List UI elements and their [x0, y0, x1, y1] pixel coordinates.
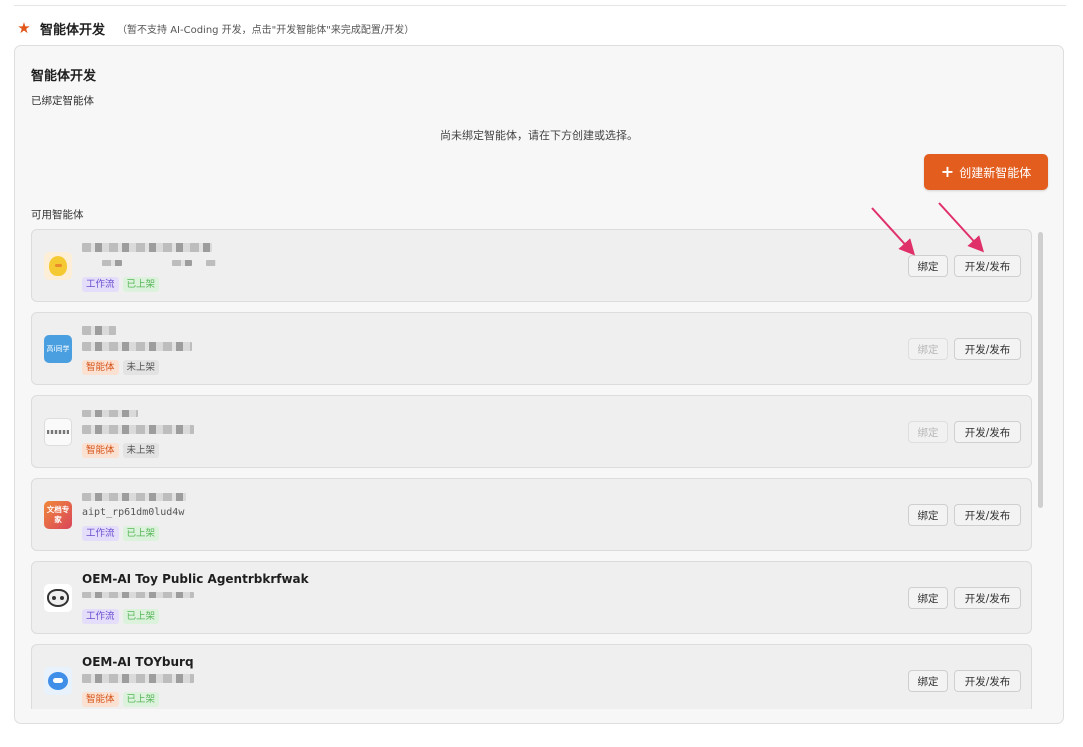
bound-agents-label: 已绑定智能体	[31, 95, 94, 107]
create-agent-label: 创建新智能体	[959, 165, 1032, 180]
develop-publish-button[interactable]: 开发/发布	[954, 338, 1021, 360]
agent-name: OEM-AI TOYburq	[82, 655, 194, 669]
top-divider	[14, 5, 1066, 6]
agent-name-redacted	[82, 240, 212, 254]
bind-button-disabled[interactable]: 绑定	[908, 421, 948, 443]
robot-icon	[44, 667, 72, 695]
agent-type-tag: 智能体	[82, 360, 119, 375]
bind-button-disabled[interactable]: 绑定	[908, 338, 948, 360]
avatar-text: 高i同学	[46, 344, 70, 353]
section-title: 智能体开发	[40, 22, 106, 38]
agent-card: 智能体 未上架 绑定 开发/发布	[31, 395, 1032, 468]
agent-type-tag: 工作流	[82, 526, 119, 541]
develop-publish-button[interactable]: 开发/发布	[954, 587, 1021, 609]
avatar-text: 文档专家	[46, 505, 70, 524]
duck-icon	[44, 252, 72, 280]
panel-title: 智能体开发	[31, 69, 97, 84]
bind-button[interactable]: 绑定	[908, 255, 948, 277]
develop-publish-button[interactable]: 开发/发布	[954, 421, 1021, 443]
agent-id-redacted	[82, 590, 194, 601]
plus-icon: +	[940, 162, 955, 181]
agent-status-tag: 已上架	[122, 526, 160, 541]
agent-name-redacted	[82, 406, 138, 420]
agent-card: OEM-AI Toy Public Agentrbkrfwak 工作流 已上架 …	[31, 561, 1032, 634]
bind-button[interactable]: 绑定	[908, 504, 948, 526]
cat-icon	[44, 584, 72, 612]
bind-button[interactable]: 绑定	[908, 670, 948, 692]
star-icon: ★	[17, 19, 31, 37]
agent-list: 工作流 已上架 绑定 开发/发布 高i同学 智能体 未上架 绑定 开发/发布 智…	[31, 229, 1034, 709]
agent-card: 工作流 已上架 绑定 开发/发布	[31, 229, 1032, 302]
empty-bound-message: 尚未绑定智能体，请在下方创建或选择。	[440, 129, 638, 142]
section-header: ★ 智能体开发 （暂不支持 AI-Coding 开发，点击"开发智能体"来完成配…	[16, 18, 414, 38]
develop-publish-button[interactable]: 开发/发布	[954, 255, 1021, 277]
agent-type-tag: 工作流	[82, 609, 119, 624]
agent-id-redacted	[82, 673, 194, 684]
grey-avatar-icon	[44, 418, 72, 446]
agent-type-tag: 智能体	[82, 443, 119, 458]
agent-name-redacted	[82, 489, 186, 503]
agent-status-tag: 未上架	[122, 360, 160, 375]
agent-status-tag: 已上架	[122, 609, 160, 624]
agent-card: 文档专家 aipt_rp61dm0lud4w 工作流 已上架 绑定 开发/发布	[31, 478, 1032, 551]
doc-avatar-icon: 文档专家	[44, 501, 72, 529]
agent-card: OEM-AI TOYburq 智能体 已上架 绑定 开发/发布	[31, 644, 1032, 709]
agent-dev-panel: 智能体开发 已绑定智能体 尚未绑定智能体，请在下方创建或选择。 + 创建新智能体…	[14, 45, 1064, 724]
list-scrollbar[interactable]	[1038, 232, 1043, 508]
agent-card: 高i同学 智能体 未上架 绑定 开发/发布	[31, 312, 1032, 385]
agent-id-redacted	[82, 258, 216, 269]
agent-status-tag: 已上架	[122, 692, 160, 707]
agent-status-tag: 已上架	[122, 277, 160, 292]
blue-avatar-icon: 高i同学	[44, 335, 72, 363]
create-agent-button[interactable]: + 创建新智能体	[924, 154, 1048, 190]
section-hint: （暂不支持 AI-Coding 开发，点击"开发智能体"来完成配置/开发）	[117, 24, 415, 36]
agent-id-redacted	[82, 424, 194, 435]
agent-status-tag: 未上架	[122, 443, 160, 458]
agent-id: aipt_rp61dm0lud4w	[82, 507, 185, 518]
bind-button[interactable]: 绑定	[908, 587, 948, 609]
agent-id-redacted	[82, 341, 192, 352]
available-agents-label: 可用智能体	[31, 209, 84, 221]
agent-name: OEM-AI Toy Public Agentrbkrfwak	[82, 572, 309, 586]
develop-publish-button[interactable]: 开发/发布	[954, 670, 1021, 692]
agent-type-tag: 智能体	[82, 692, 119, 707]
agent-type-tag: 工作流	[82, 277, 119, 292]
develop-publish-button[interactable]: 开发/发布	[954, 504, 1021, 526]
agent-name-redacted	[82, 323, 116, 337]
